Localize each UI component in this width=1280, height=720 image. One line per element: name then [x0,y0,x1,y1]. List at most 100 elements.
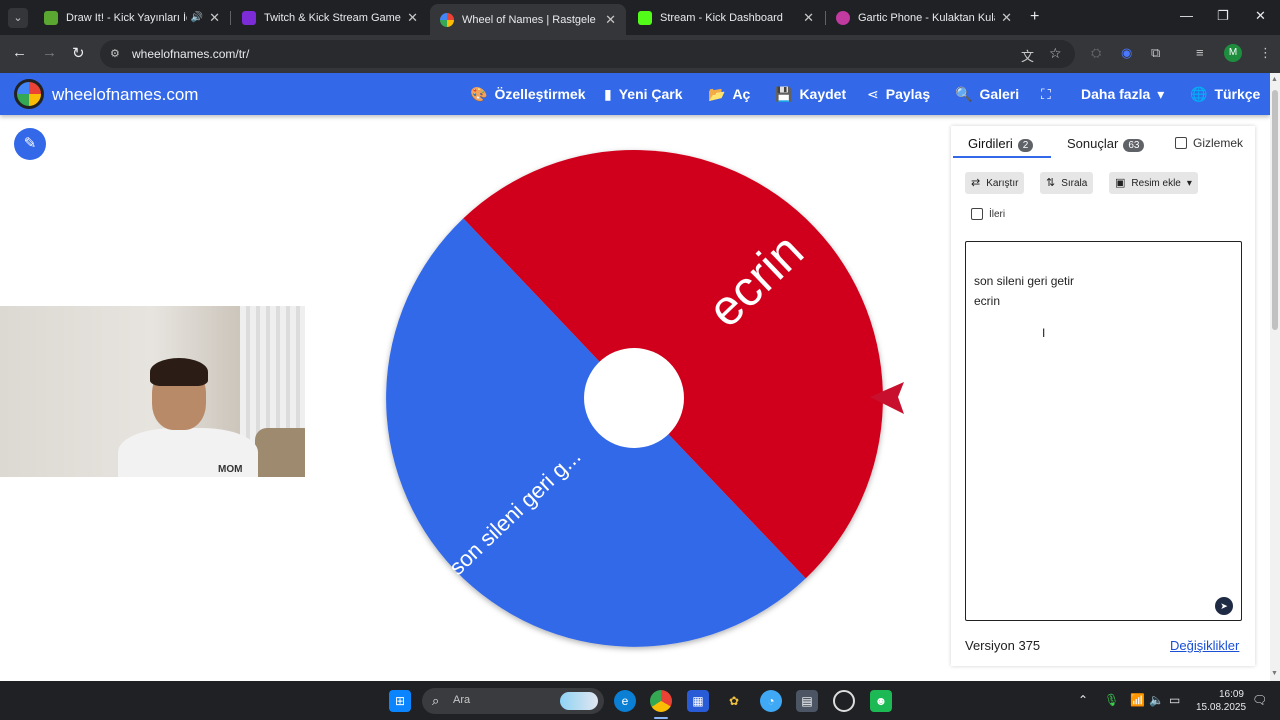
translate-icon[interactable]: 文 [1021,46,1034,65]
edit-pencil-button[interactable]: ✎ [14,128,46,160]
wheel[interactable]: ecrin son sileni geri g... [384,148,884,648]
obs-icon[interactable] [833,690,855,712]
search-highlight-icon [560,692,598,710]
sort-button[interactable]: ⇅ Sırala [1040,172,1094,194]
hub-icon[interactable]: ✿ [723,690,745,712]
tab-gartic-phone[interactable]: Gartic Phone - Kulaktan Kulağa ✕ [826,0,1022,35]
text-cursor-icon: I [1042,326,1046,340]
hide-label: Gizlemek [1193,136,1244,150]
calculator-icon[interactable]: ▤ [796,690,818,712]
add-image-button[interactable]: ▣ Resim ekle ▾ [1109,172,1198,194]
audio-playing-icon[interactable]: 🔊 [191,12,203,23]
share-icon: ⋖ [867,86,879,102]
nav-save[interactable]: 💾 Kaydet [775,86,846,103]
wheel-logo-icon[interactable] [14,79,44,109]
search-icon: 🔍 [955,86,973,102]
page-scrollbar-thumb[interactable] [1272,90,1278,330]
notifications-icon[interactable]: 🗨 [1252,693,1267,707]
entry-line[interactable]: son sileni geri getir [974,274,1074,288]
scroll-down-icon[interactable]: ▼ [1271,670,1278,677]
wheel-center-hub[interactable] [584,348,684,448]
scroll-up-icon[interactable]: ▲ [1271,76,1278,83]
tab-stream-games[interactable]: Twitch & Kick Stream Games ✕ [232,0,428,35]
show-hidden-icons[interactable]: ⌃ [1078,693,1088,707]
url-bar[interactable]: ⚙ wheelofnames.com/tr/ 文 ☆ [100,40,1075,68]
taskbar-search[interactable]: ⌕ Ara [422,688,604,714]
nav-gallery[interactable]: 🔍 Galeri [955,86,1019,103]
forward-icon[interactable]: → [42,44,57,61]
close-tab-icon[interactable]: ✕ [407,10,418,26]
wheel-favicon-icon [440,12,454,27]
restore-icon[interactable]: ❐ [1217,8,1229,24]
app-icon[interactable]: ◔ [760,690,782,712]
browser-tab-bar: ⌄ Draw It! - Kick Yayınları İçin 🔊 ✕ Twi… [0,0,1280,35]
microphone-icon[interactable]: 🎙 [1104,693,1119,707]
tab-results[interactable]: Sonuçlar 63 [1067,136,1145,152]
close-tab-icon[interactable]: ✕ [209,10,220,26]
extension-icon[interactable]: ◉ [1121,45,1132,61]
wifi-icon[interactable]: 📶 [1130,693,1145,707]
reload-icon[interactable]: ↻ [72,44,85,62]
battery-icon[interactable]: ▭ [1169,693,1180,707]
hide-checkbox[interactable] [1175,137,1187,149]
chevron-down-icon: ▾ [1186,178,1192,189]
browser-menu-icon[interactable]: ⋮ [1259,45,1272,61]
discord-icon[interactable]: ☻ [870,690,892,712]
new-tab-icon[interactable]: + [1030,8,1039,26]
advanced-checkbox[interactable] [971,208,983,220]
webcam-sofa [255,428,305,477]
minimize-icon[interactable]: — [1180,8,1193,23]
profile-avatar[interactable]: M [1224,44,1242,62]
media-controls-icon[interactable]: ≡ [1196,45,1204,60]
site-navbar: wheelofnames.com 🎨 Özelleştirmek ▮ Yeni Ça… [0,73,1270,115]
nav-language[interactable]: 🌐 Türkçe [1190,86,1260,103]
chrome-icon[interactable] [650,690,672,712]
tab-title: Gartic Phone - Kulaktan Kulağa [858,11,995,24]
search-icon: ⌕ [432,693,440,708]
entries-textarea[interactable]: son sileni geri getir ecrin I ➤ [965,241,1242,621]
results-count-badge: 63 [1123,139,1145,152]
back-icon[interactable]: ← [12,44,27,61]
tab-wheel-of-names[interactable]: Wheel of Names | Rastgele ad s ✕ [430,4,626,35]
extension-disabled-icon[interactable]: ⛭ [1091,45,1101,61]
brand-name[interactable]: wheelofnames.com [52,85,198,105]
tab-entries[interactable]: Girdileri 2 [968,136,1034,152]
close-tab-icon[interactable]: ✕ [605,12,616,28]
nav-new-wheel[interactable]: ▮ Yeni Çark [604,86,683,103]
close-tab-icon[interactable]: ✕ [803,10,814,26]
image-icon: ▣ [1115,177,1126,189]
store-icon[interactable]: ▦ [687,690,709,712]
grammar-assistant-icon[interactable]: ➤ [1215,597,1233,615]
changes-link[interactable]: Değişiklikler [1170,638,1239,653]
nav-customize[interactable]: 🎨 Özelleştirmek [470,86,586,103]
windows-start-icon[interactable]: ⊞ [389,690,411,712]
bookmark-star-icon[interactable]: ☆ [1049,45,1062,62]
entries-count-badge: 2 [1017,139,1034,152]
nav-share[interactable]: ⋖ Paylaş [867,86,930,103]
extensions-puzzle-icon[interactable]: ⧉ [1151,45,1160,61]
palette-icon: 🎨 [470,86,488,102]
shuffle-button[interactable]: ⇄ Karıştır [965,172,1025,194]
address-toolbar: ← → ↻ ⚙ wheelofnames.com/tr/ 文 ☆ ⛭ ◉ ⧉ ≡… [0,35,1280,73]
tab-kick-dashboard[interactable]: Stream - Kick Dashboard ✕ [628,0,824,35]
nav-fullscreen[interactable]: ⛶ [1041,86,1058,103]
nav-open[interactable]: 📂 Aç [708,86,750,103]
nav-more[interactable]: Daha fazla ▾ [1081,86,1164,103]
url-text[interactable]: wheelofnames.com/tr/ [132,47,249,61]
kick-favicon-icon [638,10,652,25]
globe-icon: 🌐 [1190,86,1208,102]
webcam-person-hair [150,358,208,386]
tab-draw-it[interactable]: Draw It! - Kick Yayınları İçin 🔊 ✕ [34,0,230,35]
taskbar-clock[interactable]: 16:09 15.08.2025 [1196,688,1246,714]
tab-search-icon[interactable]: ⌄ [8,8,28,28]
shuffle-icon: ⇄ [971,177,981,189]
tab-title: Stream - Kick Dashboard [660,11,783,24]
close-tab-icon[interactable]: ✕ [1001,10,1012,26]
twitch-favicon-icon [242,10,256,25]
volume-icon[interactable]: 🔈 [1149,693,1164,707]
wheel-svg[interactable]: ecrin son sileni geri g... [384,148,884,648]
edge-icon[interactable]: e [614,690,636,712]
entry-line[interactable]: ecrin [974,294,1000,308]
close-window-icon[interactable]: ✕ [1255,8,1266,24]
site-info-icon[interactable]: ⚙ [110,47,120,60]
